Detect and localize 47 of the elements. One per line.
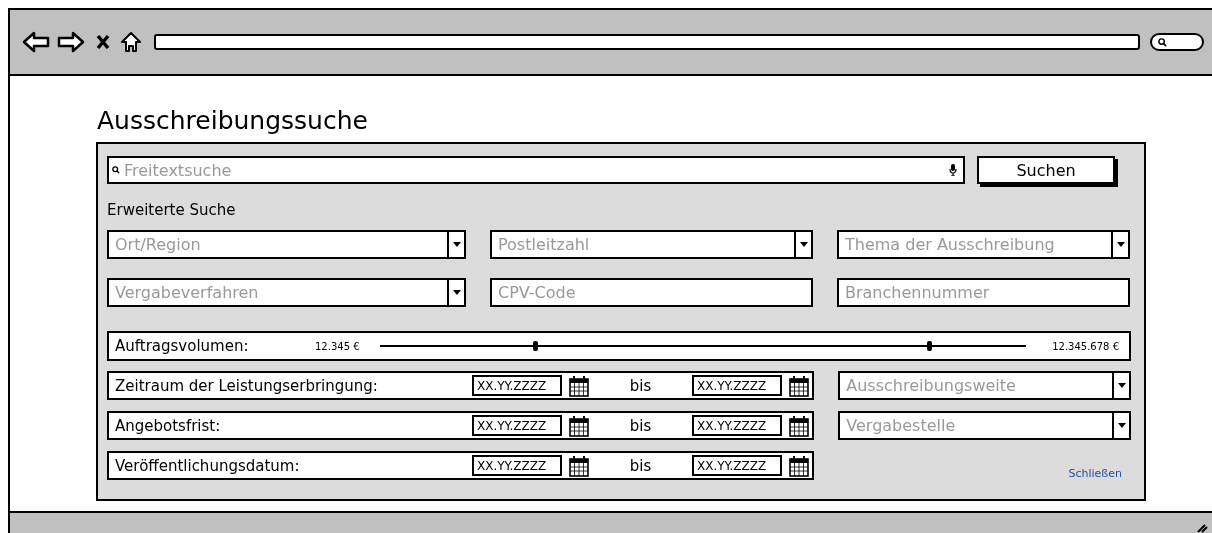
date-field[interactable]: XX.YY.ZZZZ [472, 375, 562, 396]
date-field[interactable]: XX.YY.ZZZZ [472, 415, 562, 436]
slider-handle[interactable] [927, 341, 933, 351]
calendar-icon[interactable] [789, 374, 809, 397]
caret-icon [794, 232, 811, 257]
row-label: Zeitraum der Leistungserbringung: [115, 376, 379, 395]
resize-grip-icon[interactable] [1196, 521, 1208, 533]
browser-search-field[interactable] [1150, 33, 1204, 51]
max-value: 12.345.678 € [1052, 340, 1119, 352]
row-label: Angebotsfrist: [115, 416, 222, 435]
date-field[interactable]: XX.YY.ZZZZ [692, 455, 782, 476]
input-field[interactable]: Branchennummer [837, 278, 1130, 307]
caret-icon [1112, 413, 1129, 438]
address-bar[interactable] [154, 34, 1140, 50]
search-button[interactable]: Suchen [977, 156, 1115, 184]
forward-arrow-icon[interactable] [57, 31, 85, 53]
calendar-icon[interactable] [789, 454, 809, 477]
calendar-icon[interactable] [569, 414, 589, 437]
search-icon [1158, 37, 1167, 47]
calendar-icon[interactable] [569, 374, 589, 397]
range-separator: bis [628, 416, 653, 435]
caret-icon [447, 232, 464, 257]
microphone-icon[interactable] [949, 164, 957, 176]
section-heading: Erweiterte Suche [107, 200, 237, 220]
min-value: 12.345 € [315, 340, 360, 352]
slider-label: Auftragsvolumen: [115, 337, 250, 355]
back-arrow-icon[interactable] [22, 31, 50, 53]
date-field[interactable]: XX.YY.ZZZZ [692, 415, 782, 436]
page-title: Ausschreibungssuche [97, 106, 369, 136]
search-icon [112, 166, 120, 174]
calendar-icon[interactable] [569, 454, 589, 477]
slider-handle[interactable] [532, 341, 538, 351]
caret-icon [1111, 232, 1128, 257]
close-icon[interactable] [96, 34, 110, 50]
caret-icon [1112, 373, 1129, 398]
search-field[interactable]: Freitextsuche [107, 156, 965, 184]
range-slider[interactable] [379, 341, 1027, 351]
row-label: Veröffentlichungsdatum: [115, 456, 301, 475]
date-field[interactable]: XX.YY.ZZZZ [472, 455, 562, 476]
input-field[interactable]: CPV-Code [490, 278, 813, 307]
date-field[interactable]: XX.YY.ZZZZ [692, 375, 782, 396]
home-icon[interactable] [120, 31, 142, 53]
close-link[interactable]: Schließen [1068, 467, 1122, 480]
range-separator: bis [628, 376, 653, 395]
calendar-icon[interactable] [789, 414, 809, 437]
range-separator: bis [628, 456, 653, 475]
caret-icon [447, 280, 464, 305]
